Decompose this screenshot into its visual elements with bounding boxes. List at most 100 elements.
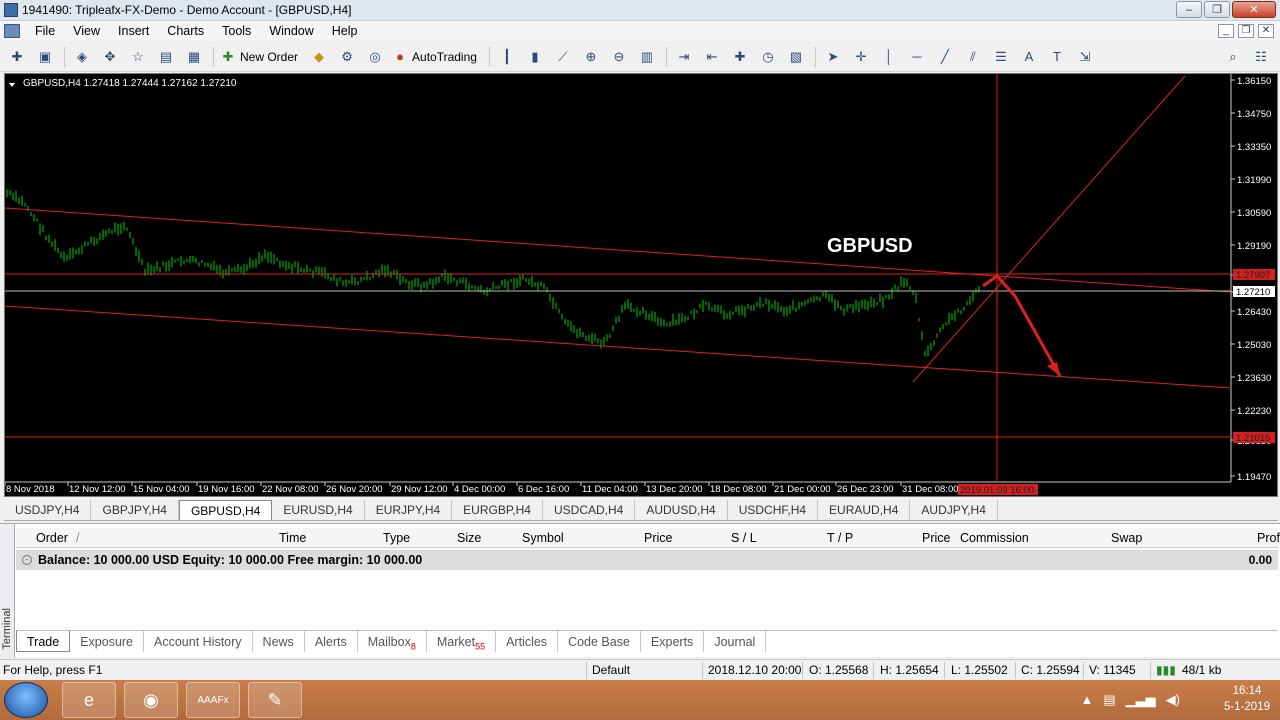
- trendline-icon[interactable]: ╱: [934, 46, 956, 68]
- network-icon[interactable]: ▤: [1103, 692, 1115, 708]
- aaafx-icon[interactable]: AAAFx: [186, 682, 240, 718]
- templates-icon[interactable]: ▧: [785, 46, 807, 68]
- zoom-in-icon[interactable]: ⊕: [580, 46, 602, 68]
- bar-chart-icon[interactable]: ┃: [496, 46, 518, 68]
- signal-icon[interactable]: ▁▃▅: [1126, 692, 1156, 708]
- column-header[interactable]: Swap: [1111, 528, 1142, 548]
- vertical-line-icon[interactable]: │: [878, 46, 900, 68]
- channel-icon[interactable]: ⫽: [962, 46, 984, 68]
- ie-icon[interactable]: e: [62, 682, 116, 718]
- community-icon[interactable]: ☷: [1250, 46, 1272, 68]
- column-header[interactable]: Commission: [960, 528, 1029, 548]
- chart-tab[interactable]: USDJPY,H4: [4, 500, 92, 520]
- meta-editor-icon[interactable]: ◆: [308, 46, 330, 68]
- terminal-tab[interactable]: Code Base: [558, 631, 641, 652]
- candlestick-icon[interactable]: ▮: [524, 46, 546, 68]
- balance-row[interactable]: · Balance: 10 000.00 USD Equity: 10 000.…: [16, 550, 1278, 570]
- chart-tab[interactable]: GBPJPY,H4: [91, 500, 179, 520]
- close-button[interactable]: ✕: [1232, 1, 1276, 18]
- terminal-tab[interactable]: Articles: [496, 631, 559, 652]
- terminal-tab[interactable]: Mailbox8: [358, 631, 427, 652]
- autotrading-button[interactable]: ● AutoTrading: [392, 49, 477, 65]
- text-label-icon[interactable]: T: [1046, 46, 1068, 68]
- market-watch-icon[interactable]: ◈: [71, 46, 93, 68]
- periods-icon[interactable]: ◷: [757, 46, 779, 68]
- data-window-icon[interactable]: ✥: [99, 46, 121, 68]
- chart-menu-icon[interactable]: [9, 83, 15, 87]
- column-header[interactable]: Time: [279, 528, 306, 548]
- document-icon[interactable]: [4, 24, 20, 38]
- autoscroll-icon[interactable]: ⇥: [673, 46, 695, 68]
- menu-window[interactable]: Window: [260, 21, 322, 41]
- terminal-icon[interactable]: ▤: [155, 46, 177, 68]
- fibonacci-icon[interactable]: ☰: [990, 46, 1012, 68]
- terminal-tab[interactable]: Exposure: [70, 631, 145, 652]
- terminal-tab[interactable]: Journal: [704, 631, 767, 652]
- terminal-tab[interactable]: News: [253, 631, 305, 652]
- mdi-restore-button[interactable]: ❐: [1238, 24, 1254, 38]
- tile-windows-icon[interactable]: ▥: [636, 46, 658, 68]
- menu-tools[interactable]: Tools: [213, 21, 260, 41]
- minimize-button[interactable]: –: [1176, 1, 1202, 18]
- column-header[interactable]: Size: [457, 528, 481, 548]
- start-button[interactable]: [4, 682, 48, 718]
- window-controls: – ❐ ✕: [1176, 1, 1276, 18]
- column-header[interactable]: S / L: [731, 528, 757, 548]
- column-header[interactable]: Price: [922, 528, 950, 548]
- signals-icon[interactable]: ⚙: [336, 46, 358, 68]
- options-icon[interactable]: ◎: [364, 46, 386, 68]
- column-header[interactable]: Price: [644, 528, 672, 548]
- zoom-out-icon[interactable]: ⊖: [608, 46, 630, 68]
- arrows-icon[interactable]: ⇲: [1074, 46, 1096, 68]
- search-icon[interactable]: ⌕: [1222, 46, 1244, 68]
- cursor-icon[interactable]: ➤: [822, 46, 844, 68]
- column-header[interactable]: T / P: [827, 528, 853, 548]
- chart-tab[interactable]: USDCAD,H4: [543, 500, 636, 520]
- chart-tab[interactable]: EURAUD,H4: [818, 500, 911, 520]
- chrome-icon[interactable]: ◉: [124, 682, 178, 718]
- terminal-tab[interactable]: Experts: [641, 631, 705, 652]
- new-order-button[interactable]: ✚ New Order: [220, 49, 298, 65]
- terminal-tab[interactable]: Market55: [427, 631, 497, 652]
- chart-tab[interactable]: AUDUSD,H4: [635, 500, 728, 520]
- indicators-icon[interactable]: ✚: [729, 46, 751, 68]
- menu-file[interactable]: File: [26, 21, 64, 41]
- chart-tab[interactable]: EURGBP,H4: [452, 500, 543, 520]
- clock[interactable]: 16:14 5-1-2019: [1224, 683, 1270, 715]
- crosshair-icon[interactable]: ✛: [850, 46, 872, 68]
- chart-tab[interactable]: GBPUSD,H4: [178, 500, 273, 520]
- column-header[interactable]: Symbol: [522, 528, 564, 548]
- terminal-tab[interactable]: Account History: [144, 631, 253, 652]
- terminal-tab[interactable]: Trade: [16, 631, 71, 652]
- menu-help[interactable]: Help: [323, 21, 367, 41]
- column-header[interactable]: /: [76, 528, 79, 548]
- column-header[interactable]: Profit: [1257, 528, 1280, 548]
- line-chart-icon[interactable]: ⟋: [552, 46, 574, 68]
- horizontal-line-icon[interactable]: ─: [906, 46, 928, 68]
- column-header[interactable]: Type: [383, 528, 410, 548]
- chart-tab[interactable]: EURUSD,H4: [272, 500, 365, 520]
- profiles-icon[interactable]: ▣: [34, 46, 56, 68]
- terminal-tab[interactable]: Alerts: [305, 631, 358, 652]
- maximize-button[interactable]: ❐: [1204, 1, 1230, 18]
- chart-tab[interactable]: EURJPY,H4: [365, 500, 453, 520]
- menu-charts[interactable]: Charts: [158, 21, 213, 41]
- show-hidden-icon[interactable]: ▲: [1081, 692, 1094, 708]
- new-chart-icon[interactable]: ✚: [6, 46, 28, 68]
- volume-icon[interactable]: ◀): [1166, 692, 1180, 708]
- chart-tab[interactable]: USDCHF,H4: [728, 500, 819, 520]
- menu-view[interactable]: View: [64, 21, 109, 41]
- chart-canvas[interactable]: GBPUSD,H4 1.27418 1.27444 1.27162 1.2721…: [5, 74, 1278, 497]
- text-icon[interactable]: A: [1018, 46, 1040, 68]
- mdi-minimize-button[interactable]: _: [1218, 24, 1234, 38]
- chart-tab[interactable]: AUDJPY,H4: [910, 500, 998, 520]
- mdi-close-button[interactable]: ✕: [1258, 24, 1274, 38]
- tester-icon[interactable]: ▦: [183, 46, 205, 68]
- menu-insert[interactable]: Insert: [109, 21, 158, 41]
- chart-shift-icon[interactable]: ⇤: [701, 46, 723, 68]
- terminal-side-handle[interactable]: Terminal: [0, 524, 15, 658]
- paint-icon[interactable]: ✎: [248, 682, 302, 718]
- price-chart[interactable]: GBPUSD,H4 1.27418 1.27444 1.27162 1.2721…: [4, 73, 1278, 497]
- column-header[interactable]: Order: [36, 528, 68, 548]
- navigator-icon[interactable]: ☆: [127, 46, 149, 68]
